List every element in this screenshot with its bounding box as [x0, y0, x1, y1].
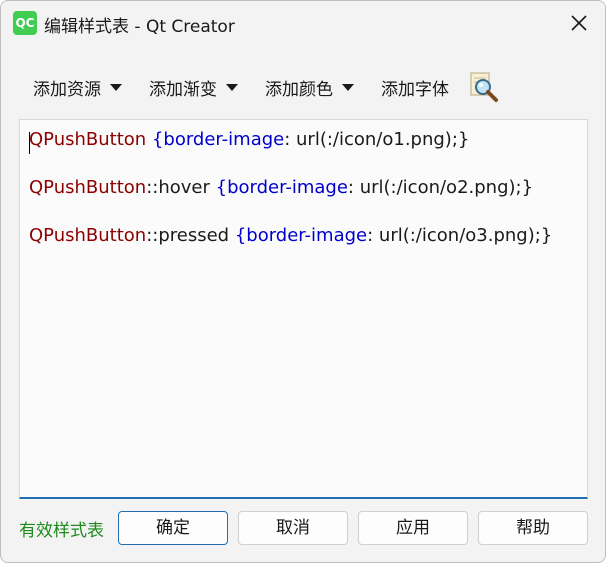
stylesheet-text-editor[interactable]: QPushButton {border-image: url(:/icon/o1…: [19, 119, 588, 499]
toolbar: 添加资源 添加渐变 添加颜色 添加字体: [21, 67, 501, 107]
add-color-dropdown-arrow-icon[interactable]: [337, 68, 359, 106]
css-pseudo-class: ::hover: [146, 177, 210, 198]
add-resource-button[interactable]: 添加资源: [21, 68, 127, 106]
stylesheet-editor-dialog: QC 编辑样式表 - Qt Creator 添加资源 添加渐变 添加颜色 添加字…: [0, 0, 606, 563]
css-open-brace: {: [151, 129, 164, 150]
help-button[interactable]: 帮助: [478, 511, 588, 545]
code-line-1: QPushButton {border-image: url(:/icon/o1…: [29, 129, 469, 150]
css-property: border-image: [163, 129, 285, 150]
add-gradient-button[interactable]: 添加渐变: [137, 68, 243, 106]
close-icon: [571, 15, 587, 31]
close-button[interactable]: [561, 5, 597, 41]
qt-creator-logo-icon: QC: [13, 11, 37, 35]
css-pseudo-class: ::pressed: [146, 225, 230, 246]
add-color-button[interactable]: 添加颜色: [253, 68, 359, 106]
add-gradient-label: 添加渐变: [149, 79, 217, 100]
css-selector: QPushButton: [29, 177, 147, 198]
add-font-label: 添加字体: [381, 79, 449, 100]
title-bar[interactable]: QC 编辑样式表 - Qt Creator: [1, 1, 605, 45]
code-line-2: QPushButton::hover {border-image: url(:/…: [29, 177, 533, 198]
magnifier-icon[interactable]: [467, 70, 501, 104]
css-open-brace: {: [215, 177, 228, 198]
css-property: border-image: [227, 177, 348, 198]
css-open-brace: {: [234, 225, 247, 246]
css-value: : url(:/icon/o3.png);}: [367, 225, 553, 246]
window-title: 编辑样式表 - Qt Creator: [44, 17, 235, 37]
css-property: border-image: [246, 225, 368, 246]
ok-button[interactable]: 确定: [118, 511, 228, 545]
apply-button[interactable]: 应用: [358, 511, 468, 545]
css-value: : url(:/icon/o2.png);}: [347, 177, 534, 198]
valid-stylesheet-status: 有效样式表: [19, 521, 104, 541]
add-resource-dropdown-arrow-icon[interactable]: [105, 68, 127, 106]
add-gradient-dropdown-arrow-icon[interactable]: [221, 68, 243, 106]
css-selector: QPushButton: [29, 129, 147, 150]
css-selector: QPushButton: [29, 225, 147, 246]
code-line-3: QPushButton::pressed {border-image: url(…: [29, 225, 552, 246]
add-font-button[interactable]: 添加字体: [369, 68, 453, 106]
add-color-label: 添加颜色: [265, 79, 333, 100]
css-value: : url(:/icon/o1.png);}: [284, 129, 470, 150]
add-resource-label: 添加资源: [33, 79, 101, 100]
cancel-button[interactable]: 取消: [238, 511, 348, 545]
